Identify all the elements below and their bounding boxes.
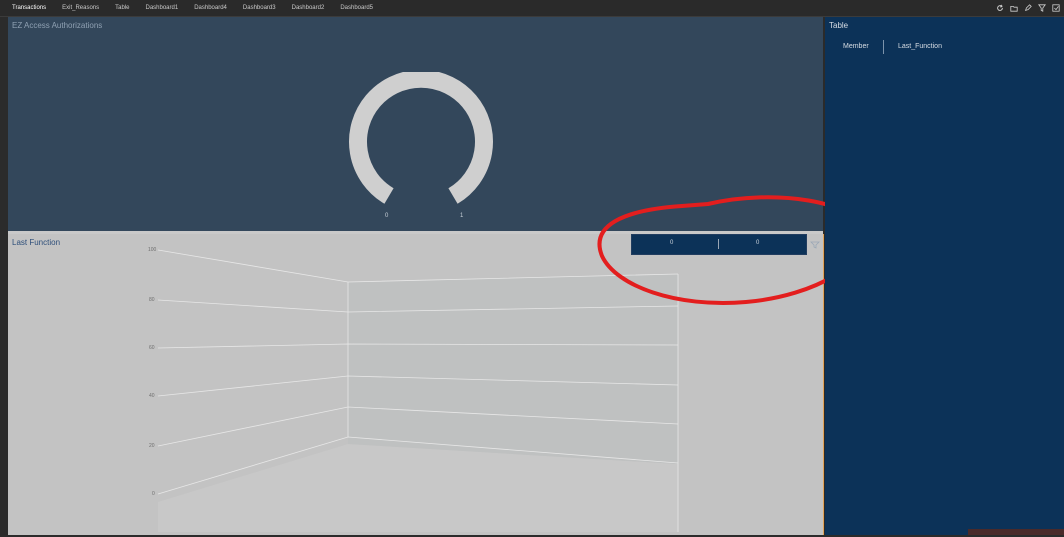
pencil-icon[interactable] — [1024, 4, 1032, 12]
gauge-chart: 0 1 — [341, 69, 501, 232]
3d-bar-chart: 100 80 60 40 20 0 — [128, 244, 708, 532]
panel-title: Last Function — [12, 238, 61, 247]
value-slicer[interactable]: 0 0 — [631, 234, 807, 255]
funnel-icon[interactable] — [810, 237, 820, 249]
table-panel: Table Member Last_Function — [825, 17, 1064, 535]
last-function-panel: Last Function 100 80 60 40 20 0 — [8, 234, 824, 535]
y-tick-label: 0 — [152, 491, 155, 497]
y-tick-label: 40 — [149, 393, 155, 399]
tab-dashboard5[interactable]: Dashboard5 — [332, 0, 381, 16]
column-separator[interactable] — [883, 40, 884, 54]
top-tab-bar: Transactions Exit_Reasons Table Dashboar… — [0, 0, 1064, 17]
tab-dashboard3[interactable]: Dashboard3 — [235, 0, 284, 16]
filter-icon[interactable] — [1038, 4, 1046, 12]
slicer-separator — [718, 239, 719, 249]
y-tick-label: 80 — [149, 297, 155, 303]
panel-title: EZ Access Authorizations — [12, 21, 103, 30]
tab-dashboard2[interactable]: Dashboard2 — [284, 0, 333, 16]
toolbar-icons — [996, 0, 1060, 16]
gauge-min-label: 0 — [385, 213, 389, 219]
sheet-tabs: Transactions Exit_Reasons Table Dashboar… — [4, 0, 381, 16]
slicer-right-value: 0 — [756, 240, 760, 246]
column-header-last-function[interactable]: Last_Function — [898, 43, 942, 50]
folder-icon[interactable] — [1010, 4, 1018, 12]
tab-dashboard1[interactable]: Dashboard1 — [138, 0, 187, 16]
slicer-left-value: 0 — [670, 240, 674, 246]
y-tick-label: 20 — [149, 443, 155, 449]
tab-table[interactable]: Table — [107, 0, 137, 16]
window-icon[interactable] — [1052, 4, 1060, 12]
panel-title: Table — [829, 21, 849, 30]
tab-dashboard4[interactable]: Dashboard4 — [186, 0, 235, 16]
refresh-icon[interactable] — [996, 4, 1004, 12]
gauge-arc — [349, 69, 493, 204]
tab-exit-reasons[interactable]: Exit_Reasons — [54, 0, 107, 16]
chart-back-wall — [348, 274, 678, 464]
gauge-max-label: 1 — [460, 213, 464, 219]
ez-access-authorizations-panel: EZ Access Authorizations 0 1 — [8, 17, 823, 231]
column-header-member[interactable]: Member — [843, 43, 869, 50]
tab-transactions[interactable]: Transactions — [4, 0, 54, 16]
status-strip — [968, 529, 1064, 535]
y-tick-label: 100 — [148, 247, 157, 253]
y-tick-label: 60 — [149, 345, 155, 351]
